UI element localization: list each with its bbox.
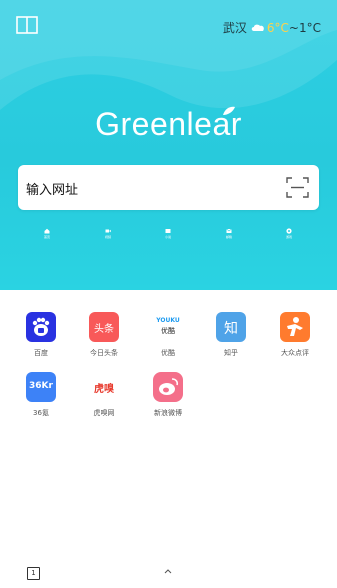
app-label: 今日头条	[90, 349, 118, 357]
quick-link-video[interactable]: 视频	[101, 228, 115, 239]
app-label: 知乎	[224, 349, 238, 357]
tabs-button[interactable]: 1	[27, 567, 40, 580]
chevron-up-icon[interactable]	[164, 568, 172, 574]
app-huxiu[interactable]: 虎嗅 虎嗅网	[74, 372, 134, 418]
app-weibo[interactable]: 新浪微博	[138, 372, 198, 418]
youku-glyph-bottom: 优酷	[161, 327, 175, 335]
quick-link-label: 邮箱	[225, 235, 232, 239]
36kr-glyph: 36Kr	[29, 381, 53, 391]
36kr-icon: 36Kr	[26, 372, 56, 402]
zhihu-glyph: 知	[224, 321, 238, 337]
bookmarks-icon[interactable]	[16, 16, 38, 34]
leaf-icon	[223, 106, 235, 115]
search-bar[interactable]: 输入网址	[18, 165, 319, 210]
app-label: 大众点评	[281, 349, 309, 357]
app-youku[interactable]: YOUKU 优酷 优酷	[138, 312, 198, 358]
youku-icon: YOUKU 优酷	[153, 312, 183, 342]
huxiu-glyph: 虎嗅	[94, 384, 114, 395]
app-36kr[interactable]: 36Kr 36氪	[11, 372, 71, 418]
weibo-icon	[153, 372, 183, 402]
scan-icon[interactable]	[286, 176, 309, 199]
weather-separator: ~	[288, 20, 299, 35]
video-icon	[105, 229, 111, 233]
hero-header: 武汉 6°C ~ 1°C Greenlear 输入网址 首页 视频 小说 邮箱	[0, 0, 337, 290]
app-zhihu[interactable]: 知 知乎	[201, 312, 261, 358]
quick-link-novel[interactable]: 小说	[161, 228, 175, 239]
quick-link-label: 首页	[43, 235, 50, 239]
app-baidu[interactable]: 百度	[11, 312, 71, 358]
cloud-icon	[251, 24, 264, 31]
mail-icon	[226, 228, 232, 233]
novel-icon	[165, 229, 171, 233]
quick-link-label: 视频	[104, 235, 111, 239]
logo-text: Greenlear	[95, 106, 242, 142]
quick-link-home[interactable]: 首页	[40, 228, 54, 239]
baidu-icon	[26, 312, 56, 342]
app-label: 新浪微博	[154, 409, 182, 417]
weather-low: 1°C	[298, 20, 321, 35]
toutiao-icon: 头条	[89, 312, 119, 342]
youku-glyph-top: YOUKU	[156, 317, 180, 324]
home-icon	[44, 228, 50, 234]
app-label: 百度	[34, 349, 48, 357]
app-dianping[interactable]: 大众点评	[265, 312, 325, 358]
weather-city: 武汉	[222, 21, 247, 35]
dianping-icon	[280, 312, 310, 342]
zhihu-icon: 知	[216, 312, 246, 342]
app-label: 36氪	[33, 409, 49, 417]
quick-link-mail[interactable]: 邮箱	[222, 228, 236, 239]
game-icon	[286, 228, 292, 234]
quick-link-label: 小说	[164, 235, 171, 239]
quick-link-game[interactable]: 游戏	[282, 228, 296, 239]
huxiu-icon: 虎嗅	[89, 372, 119, 402]
app-toutiao[interactable]: 头条 今日头条	[74, 312, 134, 358]
app-label: 虎嗅网	[93, 409, 115, 417]
search-input[interactable]: 输入网址	[26, 179, 78, 198]
toutiao-glyph: 头条	[94, 324, 114, 335]
app-label: 优酷	[161, 349, 175, 357]
brand-logo: Greenlear	[0, 106, 337, 143]
weather-high: 6°C	[266, 20, 289, 35]
weather-widget[interactable]: 武汉 6°C ~ 1°C	[223, 19, 321, 36]
wave-background	[0, 0, 337, 110]
quick-link-label: 游戏	[285, 235, 292, 239]
